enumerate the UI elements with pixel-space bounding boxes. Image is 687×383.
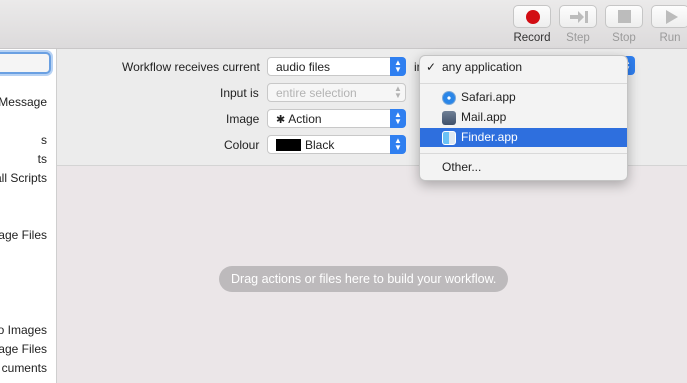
menu-item-any-application[interactable]: ✓ any application — [420, 58, 627, 77]
receives-type-value: audio files — [276, 60, 331, 74]
step-icon — [570, 11, 588, 23]
toolbar: Record Step Stop Run — [0, 0, 687, 49]
menu-item-finder[interactable]: Finder.app — [420, 128, 627, 147]
library-item[interactable]: Message — [0, 95, 47, 109]
menu-item-label: Mail.app — [461, 110, 507, 124]
library-item[interactable]: cuments — [2, 361, 47, 375]
finder-icon — [442, 131, 456, 145]
input-is-popup[interactable]: entire selection ▲ ▼ — [267, 83, 406, 102]
image-popup[interactable]: ✱ Action ▲ ▼ — [267, 109, 406, 128]
run-icon — [666, 10, 678, 24]
image-value: Action — [288, 112, 322, 126]
menu-item-other[interactable]: Other... — [420, 158, 627, 177]
colour-popup[interactable]: Black ▲ ▼ — [267, 135, 406, 154]
menu-item-label: any application — [442, 60, 523, 74]
record-label: Record — [513, 32, 551, 44]
gear-icon: ✱ — [276, 114, 286, 126]
library-item[interactable]: o Images — [0, 323, 47, 337]
chevron-updown-icon: ▲▼ — [394, 84, 402, 100]
step-label: Step — [566, 32, 590, 44]
receives-type-popup[interactable]: audio files ▲ ▼ — [267, 57, 406, 76]
colour-swatch — [276, 139, 301, 151]
run-label: Run — [659, 32, 681, 44]
record-button-face — [513, 5, 551, 28]
library-item[interactable]: age Files — [0, 228, 47, 242]
drop-hint: Drag actions or files here to build your… — [219, 266, 509, 292]
input-is-value: entire selection — [276, 86, 357, 100]
receives-label: Workflow receives current — [122, 60, 260, 74]
menu-item-safari[interactable]: Safari.app — [420, 88, 627, 107]
library-item[interactable]: all Scripts — [0, 171, 47, 185]
menu-item-label: Finder.app — [461, 130, 518, 144]
checkmark-icon: ✓ — [426, 60, 437, 74]
menu-separator — [420, 83, 627, 84]
record-icon — [526, 10, 540, 24]
image-label: Image — [226, 112, 260, 126]
run-button[interactable]: Run — [650, 5, 687, 47]
application-menu: ✓ any application Safari.app Mail.app Fi… — [419, 55, 628, 181]
chevron-updown-icon: ▲▼ — [390, 109, 406, 128]
library-item[interactable]: s — [41, 133, 47, 147]
chevron-updown-icon: ▲▼ — [390, 135, 406, 154]
mail-icon — [442, 111, 456, 125]
menu-item-mail[interactable]: Mail.app — [420, 108, 627, 127]
action-library-sidebar: Message s ts all Scripts age Files o Ima… — [0, 49, 57, 383]
stop-label: Stop — [612, 32, 636, 44]
menu-item-label: Other... — [442, 160, 482, 174]
run-button-face — [651, 5, 687, 28]
library-item[interactable]: ts — [38, 152, 47, 166]
record-button[interactable]: Record — [512, 5, 552, 47]
chevron-updown-icon: ▲▼ — [390, 57, 406, 76]
colour-label: Colour — [224, 138, 260, 152]
stop-icon — [618, 10, 631, 23]
input-is-label: Input is — [220, 86, 259, 100]
menu-separator — [420, 153, 627, 154]
stop-button[interactable]: Stop — [604, 5, 644, 47]
menu-item-label: Safari.app — [461, 90, 516, 104]
colour-value: Black — [305, 138, 335, 152]
safari-icon — [442, 91, 456, 105]
workflow-area[interactable]: Drag actions or files here to build your… — [57, 166, 687, 383]
step-button-face — [559, 5, 597, 28]
step-button[interactable]: Step — [558, 5, 598, 47]
library-search-field[interactable] — [0, 52, 51, 74]
stop-button-face — [605, 5, 643, 28]
library-item[interactable]: mage Files — [0, 342, 47, 356]
